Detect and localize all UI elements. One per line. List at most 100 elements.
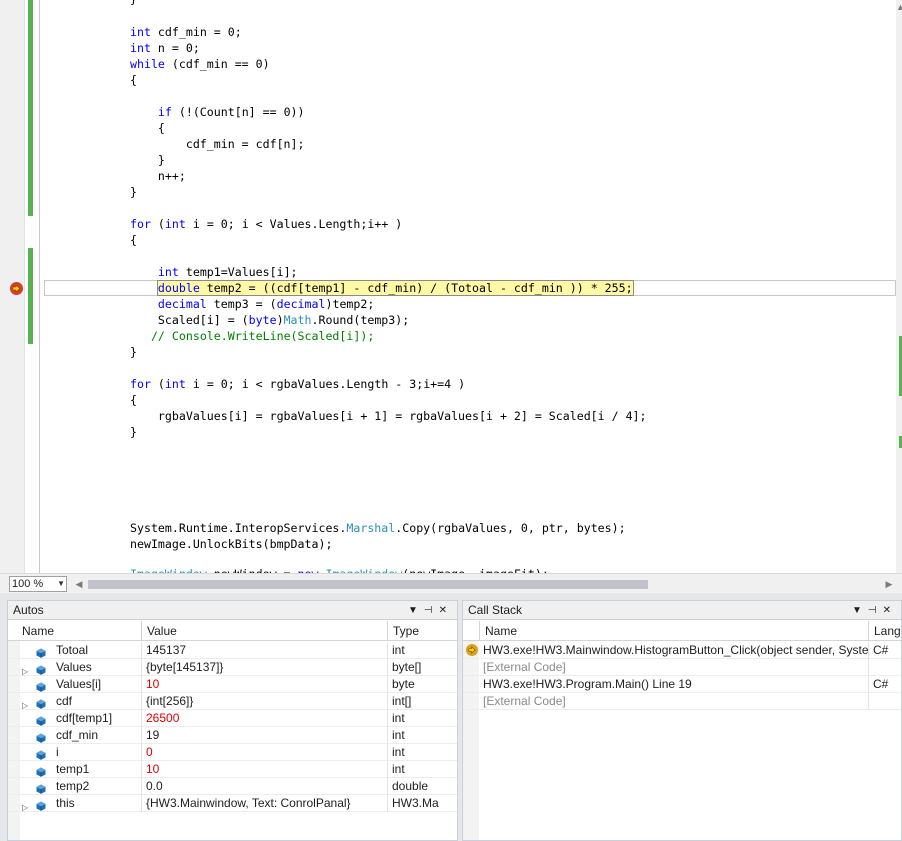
current-statement-arrow-icon[interactable] (10, 282, 23, 295)
zoom-select[interactable]: 100 % ▼ (9, 576, 67, 592)
code-line[interactable]: rgbaValues[i] = rgbaValues[i + 1] = rgba… (130, 408, 647, 424)
variable-name: this (56, 796, 75, 810)
code-line[interactable]: n++; (130, 168, 186, 184)
code-line[interactable]: } (130, 0, 137, 7)
variable-value[interactable]: 19 (141, 727, 387, 744)
autos-row[interactable]: cdf_min 19 int (8, 727, 457, 744)
autos-row[interactable]: temp2 0.0 double (8, 778, 457, 795)
code-line[interactable]: cdf_min = cdf[n]; (130, 136, 305, 152)
variable-name: cdf (56, 694, 73, 708)
code-line[interactable]: for (int i = 0; i < Values.Length;i++ ) (130, 216, 402, 232)
close-icon[interactable]: ✕ (439, 605, 453, 616)
autos-row[interactable]: ▷ Values {byte[145137]} byte[] (8, 659, 457, 676)
code-line[interactable]: // Console.WriteLine(Scaled[i]); (130, 328, 374, 344)
code-line[interactable]: if (!(Count[n] == 0)) (130, 104, 305, 120)
column-header-language[interactable]: Lang (868, 621, 902, 641)
expand-triangle-icon[interactable]: ▷ (22, 799, 28, 816)
external-code-frame[interactable]: [External Code] (463, 659, 901, 676)
autos-row[interactable]: ▷ this {HW3.Mainwindow, Text: ConrolPanal}… (8, 795, 457, 812)
code-token: } (130, 153, 165, 167)
frame-language: C# (868, 676, 902, 693)
code-line[interactable]: { (130, 232, 137, 248)
autos-row[interactable]: Values[i] 10 byte (8, 676, 457, 693)
close-icon[interactable]: ✕ (883, 605, 897, 616)
code-area[interactable]: }int cdf_min = 0;int n = 0;while (cdf_mi… (0, 0, 896, 573)
scroll-right-arrow-icon[interactable]: ▶ (883, 576, 895, 592)
autos-row[interactable]: temp1 10 int (8, 761, 457, 778)
code-editor[interactable]: }int cdf_min = 0;int n = 0;while (cdf_mi… (0, 0, 902, 593)
column-header-name[interactable]: Name (479, 621, 868, 641)
autos-row[interactable]: cdf[temp1] 26500 int (8, 710, 457, 727)
keyword-token: int (157, 265, 179, 279)
variable-cube-icon (36, 782, 46, 794)
code-line[interactable]: { (130, 72, 137, 88)
column-header-type[interactable]: Type (387, 621, 457, 641)
variable-cube-icon (36, 663, 46, 675)
panel-controls: ▼⊣✕ (408, 601, 453, 620)
code-token: n++; (130, 169, 186, 183)
code-token: temp3 = ( (206, 297, 277, 311)
keyword-token: int (164, 217, 186, 231)
code-line[interactable]: { (130, 120, 165, 136)
call-stack-column-headers: Name Lang (463, 621, 901, 641)
chevron-down-icon[interactable]: ▼ (852, 605, 868, 616)
external-code-frame[interactable]: [External Code] (463, 693, 901, 710)
code-line[interactable]: for (int i = 0; i < rgbaValues.Length - … (130, 376, 465, 392)
code-token: n = 0; (150, 41, 200, 55)
keyword-token: decimal (157, 297, 207, 311)
autos-panel: Autos ▼⊣✕ Name Value Type Totoal 145137 in… (7, 600, 458, 841)
code-token: newImage.UnlockBits(bmpData); (130, 537, 333, 551)
keyword-token: int (130, 25, 151, 39)
code-line[interactable]: ImageWindow newWindow = new ImageWindow(… (130, 566, 549, 573)
pin-icon[interactable]: ⊣ (868, 605, 883, 616)
variable-value[interactable]: {int[256]} (141, 693, 387, 710)
call-stack-frame[interactable]: HW3.exe!HW3.Program.Main() Line 19 C# (463, 676, 901, 693)
chevron-down-icon[interactable]: ▼ (57, 577, 65, 591)
variable-value[interactable]: 0 (141, 744, 387, 761)
call-stack-frame[interactable]: HW3.exe!HW3.Mainwindow.HistogramButton_C… (463, 642, 901, 659)
autos-row[interactable]: i 0 int (8, 744, 457, 761)
code-line[interactable]: int n = 0; (130, 40, 200, 56)
autos-row[interactable]: ▷ cdf {int[256]} int[] (8, 693, 457, 710)
code-line[interactable]: Scaled[i] = (byte)Math.Round(temp3); (130, 312, 409, 328)
code-token: (!(Count[n] == 0)) (171, 105, 305, 119)
scroll-up-arrow-icon[interactable]: ▲ (896, 0, 902, 14)
variable-value[interactable]: 0.0 (141, 778, 387, 795)
call-stack-header: Call Stack ▼⊣✕ (463, 601, 901, 620)
variable-value[interactable]: 10 (141, 761, 387, 778)
code-line[interactable]: decimal temp3 = (decimal)temp2; (130, 296, 374, 312)
autos-row[interactable]: Totoal 145137 int (8, 642, 457, 659)
code-line[interactable]: } (130, 152, 165, 168)
code-token: .Copy(rgbaValues, 0, ptr, bytes); (395, 521, 626, 535)
current-statement-line[interactable]: double temp2 = ((cdf[temp1] - cdf_min) /… (130, 280, 634, 296)
code-line[interactable]: { (130, 392, 137, 408)
column-header-value[interactable]: Value (141, 621, 387, 641)
code-line[interactable]: newImage.UnlockBits(bmpData); (130, 536, 332, 552)
code-token: ) (276, 313, 284, 327)
code-token: (cdf_min == 0) (164, 57, 270, 71)
type-token: Marshal (346, 521, 396, 535)
code-token: } (130, 185, 137, 199)
code-token: Scaled[i] = ( (130, 313, 249, 327)
variable-cube-icon (36, 697, 46, 709)
vertical-scrollbar[interactable] (896, 0, 902, 573)
variable-value[interactable]: {byte[145137]} (141, 659, 387, 676)
chevron-down-icon[interactable]: ▼ (408, 605, 424, 616)
column-header-name[interactable]: Name (17, 621, 141, 641)
code-line[interactable]: } (130, 344, 137, 360)
variable-value[interactable]: 10 (141, 676, 387, 693)
code-line[interactable]: } (130, 424, 137, 440)
code-line[interactable]: int cdf_min = 0; (130, 24, 242, 40)
code-token: i = 0; i < rgbaValues.Length - 3;i+=4 ) (185, 377, 466, 391)
variable-value[interactable]: 26500 (141, 710, 387, 727)
code-line[interactable]: } (130, 184, 137, 200)
code-line[interactable]: while (cdf_min == 0) (130, 56, 270, 72)
pin-icon[interactable]: ⊣ (424, 605, 439, 616)
horizontal-scrollbar-thumb[interactable] (88, 580, 648, 589)
variable-value[interactable]: {HW3.Mainwindow, Text: ConrolPanal} (141, 795, 387, 812)
scroll-left-arrow-icon[interactable]: ◀ (73, 576, 85, 592)
code-line[interactable]: System.Runtime.InteropServices.Marshal.C… (130, 520, 626, 536)
variable-value[interactable]: 145137 (141, 642, 387, 659)
code-line[interactable]: int temp1=Values[i]; (130, 264, 298, 280)
